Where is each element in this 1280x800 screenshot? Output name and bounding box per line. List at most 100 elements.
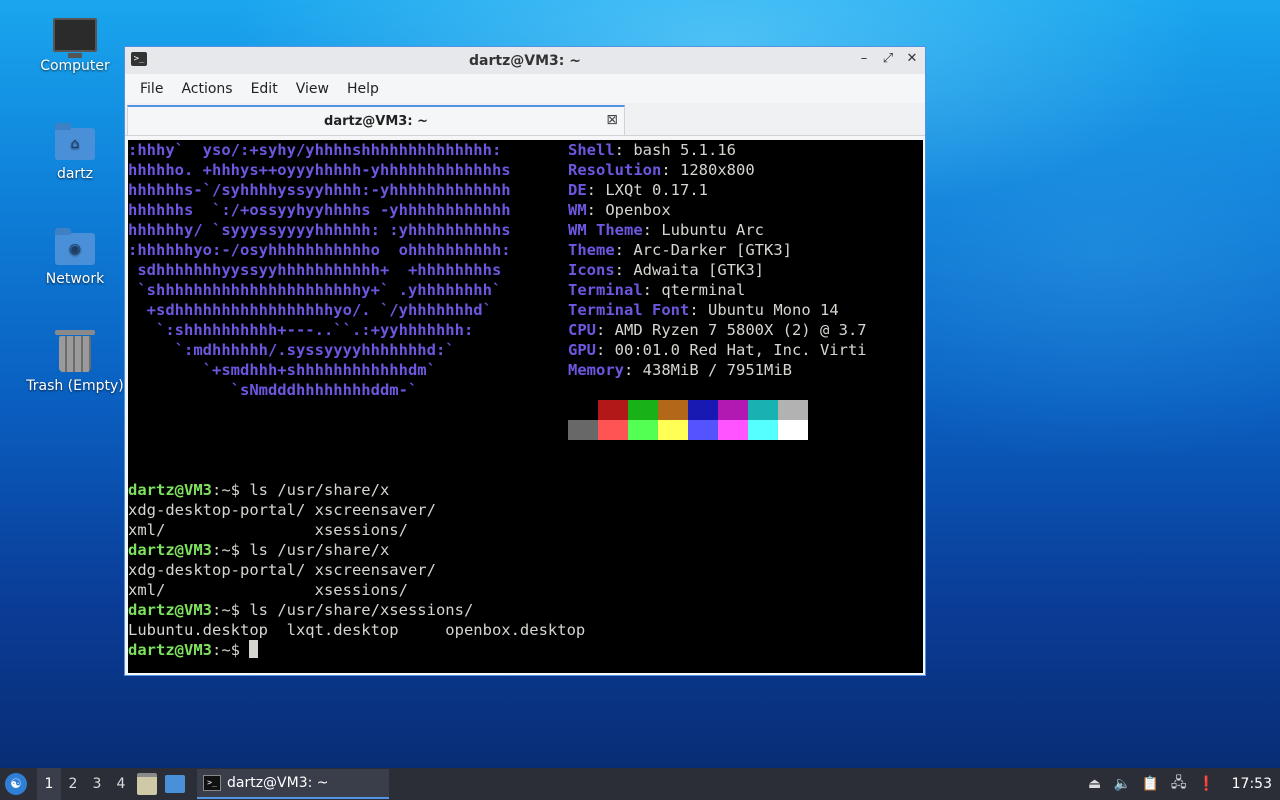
clipboard-icon[interactable]: 📋 — [1142, 775, 1160, 793]
menubar: File Actions Edit View Help — [125, 74, 925, 103]
prompt-user-host: dartz@VM3 — [128, 541, 212, 559]
terminal-icon: >_ — [131, 52, 147, 66]
info-line: DE: LXQt 0.17.1 — [568, 181, 708, 199]
color-swatch — [718, 400, 748, 420]
info-key: DE — [568, 181, 587, 199]
start-menu-icon[interactable]: ☯ — [5, 773, 27, 795]
info-key: Terminal — [568, 281, 643, 299]
system-tray: ⏏ 🔈 📋 🖧 ❗ 17:53 — [1086, 768, 1280, 800]
color-swatch — [778, 420, 808, 440]
color-swatch — [568, 420, 598, 440]
maximize-button[interactable]: ⤢ — [881, 51, 895, 66]
output-line: xdg-desktop-portal/ xscreensaver/ — [128, 561, 436, 579]
output-line: Lubuntu.desktop lxqt.desktop openbox.des… — [128, 621, 586, 639]
home-folder-icon: ⌂ — [55, 123, 95, 160]
menu-help[interactable]: Help — [338, 81, 388, 97]
ascii-logo: :hhhy` yso/:+syhy/yhhhhshhhhhhhhhhhhhh: … — [128, 141, 511, 399]
trash-icon — [55, 330, 95, 372]
desktop-icon-label: Trash (Empty) — [26, 378, 124, 394]
prompt-command: :~$ ls /usr/share/x — [212, 541, 390, 559]
show-desktop-icon[interactable] — [165, 775, 185, 793]
prompt-command: :~$ ls /usr/share/xsessions/ — [212, 601, 474, 619]
terminal-icon: >_ — [203, 775, 221, 791]
info-line: Terminal: qterminal — [568, 281, 746, 299]
file-manager-icon[interactable] — [137, 773, 157, 795]
update-notifier-icon[interactable]: ❗ — [1198, 775, 1216, 793]
desktop-icon-network[interactable]: ◉ Network — [20, 228, 130, 287]
color-swatch — [598, 400, 628, 420]
info-key: GPU — [568, 341, 596, 359]
palette-row-bright — [568, 420, 808, 440]
info-value: 00:01.0 Red Hat, Inc. Virti — [614, 341, 867, 359]
window-title: dartz@VM3: ~ — [469, 52, 581, 69]
desktop-icon-label: Computer — [40, 58, 110, 74]
prompt-user-host: dartz@VM3 — [128, 481, 212, 499]
menu-view[interactable]: View — [287, 81, 338, 97]
info-value: 1280x800 — [680, 161, 755, 179]
prompt-line: dartz@VM3:~$ ls /usr/share/x — [128, 540, 585, 560]
info-value: Arc-Darker [GTK3] — [633, 241, 792, 259]
desktop-icon-computer[interactable]: Computer — [20, 18, 130, 74]
info-value: qterminal — [661, 281, 746, 299]
taskbar-task-terminal[interactable]: >_ dartz@VM3: ~ — [197, 769, 389, 799]
info-value: bash 5.1.16 — [633, 141, 736, 159]
color-swatch — [598, 420, 628, 440]
info-key: Terminal Font — [568, 301, 690, 319]
output-line: xdg-desktop-portal/ xscreensaver/ — [128, 501, 436, 519]
desktop-switch-4[interactable]: 4 — [109, 768, 133, 800]
desktop-icon-label: Network — [45, 271, 105, 287]
prompt-line: dartz@VM3:~$ ls /usr/share/xsessions/ — [128, 600, 585, 620]
minimize-button[interactable]: – — [857, 51, 871, 66]
menu-file[interactable]: File — [131, 81, 172, 97]
info-key: WM Theme — [568, 221, 643, 239]
window-titlebar[interactable]: >_ dartz@VM3: ~ – ⤢ ✕ — [125, 47, 925, 74]
output-line: xml/ xsessions/ — [128, 581, 408, 599]
clock[interactable]: 17:53 — [1232, 776, 1272, 792]
desktop-switch-1[interactable]: 1 — [37, 768, 61, 800]
network-icon[interactable]: 🖧 — [1170, 775, 1188, 793]
info-key: WM — [568, 201, 587, 219]
info-line: WM: Openbox — [568, 201, 671, 219]
color-swatch — [688, 400, 718, 420]
volume-icon[interactable]: 🔈 — [1114, 775, 1132, 793]
color-swatch — [658, 420, 688, 440]
desktop-icon-trash[interactable]: Trash (Empty) — [20, 330, 130, 394]
info-line: Theme: Arc-Darker [GTK3] — [568, 241, 792, 259]
desktop-switch-3[interactable]: 3 — [85, 768, 109, 800]
tab-bar: dartz@VM3: ~ ⊠ — [125, 103, 925, 136]
palette-row-normal — [568, 400, 808, 420]
info-value: Ubuntu Mono 14 — [708, 301, 839, 319]
color-swatch — [748, 400, 778, 420]
desktop-switch-2[interactable]: 2 — [61, 768, 85, 800]
info-line: CPU: AMD Ryzen 7 5800X (2) @ 3.7 — [568, 321, 867, 339]
info-line: Shell: bash 5.1.16 — [568, 141, 736, 159]
info-key: Resolution — [568, 161, 662, 179]
text-cursor — [249, 640, 259, 658]
info-line: Terminal Font: Ubuntu Mono 14 — [568, 301, 839, 319]
info-line: Resolution: 1280x800 — [568, 161, 755, 179]
network-folder-icon: ◉ — [55, 228, 95, 265]
info-line: Icons: Adwaita [GTK3] — [568, 261, 764, 279]
color-palette — [568, 400, 808, 440]
computer-icon — [53, 18, 97, 58]
menu-edit[interactable]: Edit — [242, 81, 287, 97]
tray-expand-icon[interactable]: ⏏ — [1086, 775, 1104, 793]
info-key: Theme — [568, 241, 615, 259]
shell-history: dartz@VM3:~$ ls /usr/share/x xdg-desktop-… — [128, 480, 585, 660]
tab-terminal[interactable]: dartz@VM3: ~ ⊠ — [127, 105, 625, 135]
prompt-user-host: dartz@VM3 — [128, 641, 212, 659]
info-value: Adwaita [GTK3] — [633, 261, 764, 279]
terminal-output[interactable]: :hhhy` yso/:+syhy/yhhhhshhhhhhhhhhhhhh: … — [128, 140, 923, 673]
system-info: Shell: bash 5.1.16 Resolution: 1280x800 DE… — [568, 140, 867, 380]
desktop-icon-home[interactable]: ⌂ dartz — [20, 123, 130, 182]
info-value: AMD Ryzen 7 5800X (2) @ 3.7 — [614, 321, 867, 339]
tab-label: dartz@VM3: ~ — [324, 113, 428, 129]
tab-close-button[interactable]: ⊠ — [606, 112, 618, 128]
close-button[interactable]: ✕ — [905, 51, 919, 66]
info-line: GPU: 00:01.0 Red Hat, Inc. Virti — [568, 341, 867, 359]
info-value: Lubuntu Arc — [661, 221, 764, 239]
prompt-line: dartz@VM3:~$ ls /usr/share/x — [128, 480, 585, 500]
prompt-line: dartz@VM3:~$ — [128, 640, 585, 660]
menu-actions[interactable]: Actions — [172, 81, 241, 97]
info-key: Memory — [568, 361, 624, 379]
